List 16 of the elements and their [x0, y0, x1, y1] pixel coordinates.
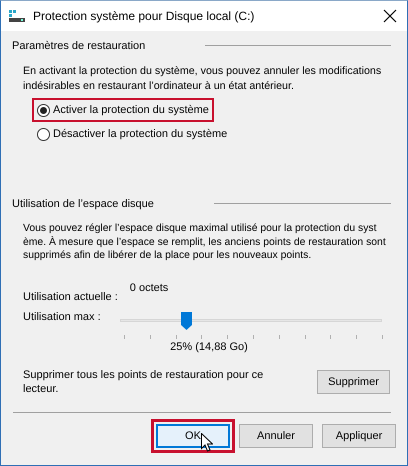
- section-heading: Utilisation de l’espace disque: [12, 198, 154, 210]
- current-usage-value: 0 octets: [130, 282, 168, 296]
- delete-description: Supprimer tous les points de restauration pour ce lecteur.: [23, 368, 264, 396]
- description-text: En activant la protection du système, vous pouvez annuler les modifications indésirables en restaurant l’ordinateur à un état antérieur.: [23, 64, 382, 93]
- description-text: Vous pouvez régler l’espace disque maximal utilisé pour la protection du syst ème. À mesure que l’espace se remplit, les anciens points de restauration sont supprimés afin de libérer de la place pour les nouveaux points.: [23, 222, 387, 262]
- max-usage-reading: 25% (14,88 Go): [169, 340, 249, 354]
- cancel-button[interactable]: Annuler: [239, 424, 313, 448]
- apply-button[interactable]: Appliquer: [322, 424, 396, 448]
- radio-label[interactable]: Activer la protection du système: [53, 104, 209, 116]
- delete-button[interactable]: Supprimer: [317, 370, 390, 394]
- section-heading: Paramètres de restauration: [12, 40, 146, 52]
- current-usage-label: Utilisation actuelle :: [23, 290, 118, 304]
- window-title: Protection système pour Disque local (C:): [33, 9, 256, 23]
- max-usage-label: Utilisation max :: [23, 310, 102, 322]
- ok-button[interactable]: OK: [156, 424, 230, 448]
- radio-label[interactable]: Désactiver la protection du système: [53, 128, 228, 140]
